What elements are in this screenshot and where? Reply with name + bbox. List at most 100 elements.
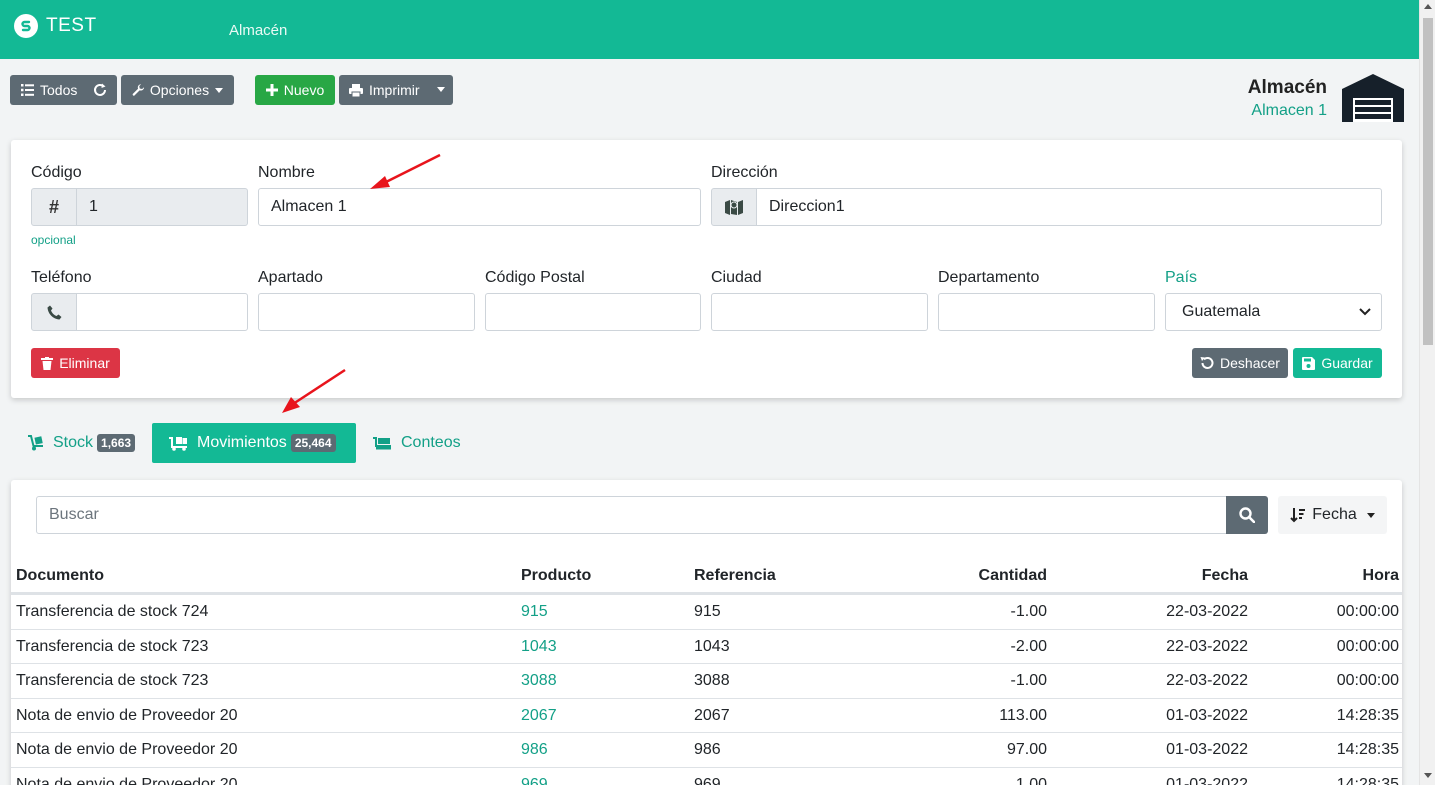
codigo-postal-label: Código Postal: [485, 269, 585, 286]
search-icon: [1239, 507, 1255, 523]
cell-documento: Transferencia de stock 723: [16, 672, 209, 689]
pais-select[interactable]: Guatemala: [1165, 293, 1382, 331]
telefono-input[interactable]: [76, 293, 248, 331]
trash-icon: [41, 356, 54, 370]
cell-fecha: 22-03-2022: [1166, 637, 1248, 655]
eliminar-label: Eliminar: [59, 355, 110, 371]
imprimir-button[interactable]: Imprimir: [349, 82, 420, 98]
direccion-value: Direccion1: [769, 198, 845, 215]
table-row[interactable]: Transferencia de stock 724 915 915 -1.00 22-…: [11, 594, 1402, 629]
todos-button-group: Todos: [10, 75, 117, 105]
printer-icon: [349, 83, 363, 97]
scroll-down-icon[interactable]: [1424, 773, 1432, 778]
cell-hora: 14:28:35: [1336, 741, 1399, 758]
cell-cantidad: 97.00: [1006, 741, 1047, 758]
sort-fecha-dropdown[interactable]: Fecha: [1278, 496, 1387, 534]
chevron-down-icon: [1366, 512, 1375, 518]
cell-referencia: 986: [694, 741, 721, 758]
telefono-addon: [31, 293, 77, 331]
cell-cantidad: -1.00: [1010, 603, 1047, 620]
phone-icon: [47, 305, 61, 319]
cell-producto-link[interactable]: 3088: [521, 672, 557, 690]
cell-fecha: 22-03-2022: [1166, 603, 1248, 620]
scroll-up-icon[interactable]: [1424, 4, 1432, 9]
search-input[interactable]: Buscar: [36, 496, 1227, 534]
cell-producto-link[interactable]: 1043: [521, 638, 557, 656]
col-header-hora[interactable]: Hora: [1363, 567, 1399, 585]
brand[interactable]: TEST: [14, 14, 97, 38]
opciones-button[interactable]: Opciones: [121, 75, 234, 105]
cell-cantidad: -1.00: [1010, 672, 1047, 689]
nombre-value: Almacen 1: [271, 198, 347, 215]
cell-producto-link[interactable]: 915: [521, 603, 548, 621]
eliminar-button[interactable]: Eliminar: [31, 348, 120, 378]
cell-fecha: 01-03-2022: [1166, 775, 1248, 785]
dolly-flatbed-icon: [169, 437, 187, 451]
chevron-down-icon: [1359, 308, 1371, 316]
nav-link-almacen[interactable]: Almacén: [229, 22, 287, 39]
col-header-referencia[interactable]: Referencia: [694, 567, 776, 585]
cell-producto-link[interactable]: 2067: [521, 707, 557, 725]
top-navbar: TEST Almacén: [0, 0, 1419, 59]
nuevo-button[interactable]: Nuevo: [255, 75, 335, 105]
direccion-addon: [711, 188, 757, 226]
ciudad-input[interactable]: [711, 293, 928, 331]
dolly-icon: [28, 435, 43, 451]
cell-hora: 00:00:00: [1336, 603, 1399, 620]
codigo-label: Código: [31, 164, 82, 181]
todos-button[interactable]: Todos: [21, 82, 77, 98]
departamento-label: Departamento: [938, 269, 1040, 286]
table-row[interactable]: Nota de envio de Proveedor 20 2067 2067 113…: [11, 697, 1402, 733]
tab-movimientos[interactable]: Movimientos 25,464: [152, 423, 356, 463]
cell-documento: Nota de envio de Proveedor 20: [16, 741, 238, 758]
cell-documento: Transferencia de stock 723: [16, 637, 209, 655]
cell-referencia: 915: [694, 603, 721, 620]
table-row[interactable]: Transferencia de stock 723 3088 3088 -1.00 2…: [11, 663, 1402, 698]
codigo-input[interactable]: 1: [76, 188, 248, 226]
tab-conteos-label: Conteos: [401, 434, 461, 451]
deshacer-button[interactable]: Deshacer: [1192, 348, 1288, 378]
warehouse-icon: [1342, 74, 1404, 122]
tab-stock-label: Stock: [53, 434, 94, 451]
codigo-postal-input[interactable]: [485, 293, 701, 331]
cell-cantidad: 113.00: [999, 706, 1047, 724]
plus-icon: [265, 84, 278, 96]
page-scrollbar[interactable]: [1419, 0, 1435, 785]
save-icon: [1302, 356, 1316, 370]
table-row[interactable]: Nota de envio de Proveedor 20 986 986 97.00…: [11, 732, 1402, 767]
table-row[interactable]: Nota de envio de Proveedor 20 969 969 1.00 0…: [11, 766, 1402, 785]
brand-name: TEST: [46, 15, 97, 36]
imprimir-dropdown-toggle[interactable]: [437, 87, 445, 92]
sort-icon: [1290, 508, 1306, 523]
cell-fecha: 01-03-2022: [1166, 706, 1248, 724]
col-header-documento[interactable]: Documento: [16, 567, 104, 585]
imprimir-label: Imprimir: [369, 82, 420, 98]
chevron-down-icon: [215, 87, 224, 93]
departamento-input[interactable]: [938, 293, 1155, 331]
ciudad-label: Ciudad: [711, 269, 762, 286]
cell-producto-link[interactable]: 986: [521, 741, 548, 759]
guardar-button[interactable]: Guardar: [1293, 348, 1382, 378]
cell-hora: 00:00:00: [1336, 637, 1399, 655]
scroll-thumb[interactable]: [1423, 18, 1433, 345]
cell-documento: Nota de envio de Proveedor 20: [16, 775, 238, 785]
page-subtitle: Almacen 1: [1251, 102, 1327, 119]
wrench-icon: [132, 83, 144, 96]
col-header-fecha[interactable]: Fecha: [1202, 567, 1248, 585]
cell-producto-link[interactable]: 969: [521, 776, 548, 785]
brand-logo-icon: [14, 14, 38, 38]
table-row[interactable]: Transferencia de stock 723 1043 1043 -2.00 2…: [11, 628, 1402, 664]
tab-stock[interactable]: Stock 1,663: [27, 423, 136, 463]
guardar-label: Guardar: [1321, 355, 1373, 371]
direccion-input[interactable]: Direccion1: [756, 188, 1382, 226]
refresh-icon[interactable]: [93, 83, 107, 100]
opciones-label: Opciones: [149, 82, 210, 98]
col-header-producto[interactable]: Producto: [521, 567, 591, 585]
col-header-cantidad[interactable]: Cantidad: [979, 567, 1047, 585]
nombre-input[interactable]: Almacen 1: [258, 188, 701, 226]
cell-hora: 14:28:35: [1336, 775, 1399, 785]
search-button[interactable]: [1226, 496, 1268, 534]
tab-conteos[interactable]: Conteos: [372, 423, 461, 463]
cell-cantidad: -2.00: [1010, 637, 1047, 655]
apartado-input[interactable]: [258, 293, 475, 331]
